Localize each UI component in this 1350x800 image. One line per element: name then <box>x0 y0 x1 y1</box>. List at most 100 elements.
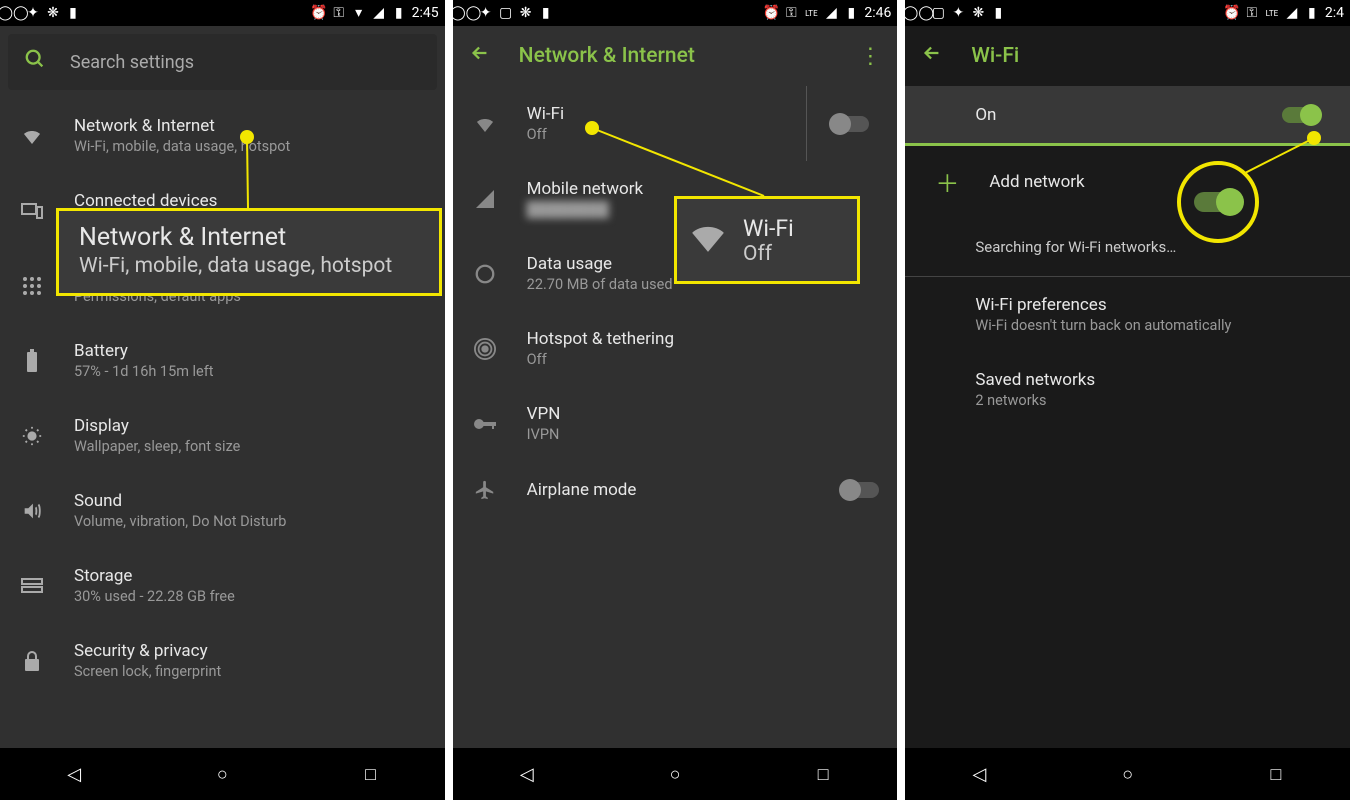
nav-recent-button[interactable]: □ <box>356 759 386 789</box>
highlighted-toggle <box>1194 192 1242 212</box>
nav-home-button[interactable]: ○ <box>207 759 237 789</box>
search-placeholder: Search settings <box>70 52 194 73</box>
annotation-dot <box>240 130 254 144</box>
plus-icon: ＋ <box>935 164 959 199</box>
item-title: Hotspot & tethering <box>527 329 880 349</box>
item-title: Sound <box>74 491 427 511</box>
network-item-vpn[interactable]: VPNIVPN <box>453 386 898 461</box>
more-button[interactable]: ⋮ <box>859 44 881 69</box>
devices-icon <box>18 201 46 221</box>
wifi-icon <box>689 220 727 260</box>
voicemail-icon: ◯◯ <box>459 6 473 20</box>
status-bar: ◯◯ ✦ ❋ ▮ ⏰ ⚿ ▾ ◢ ▮ 2:45 <box>0 0 445 26</box>
nav-recent-button[interactable]: □ <box>1261 759 1291 789</box>
phone-icon: ▮ <box>991 6 1005 20</box>
lte-icon: LTE <box>1265 6 1279 20</box>
lte-icon: LTE <box>804 6 818 20</box>
network-internet-screen: ◯◯ ✦ ▢ ❋ ▮ ⏰ ⚿ LTE ◢ ▮ 2:46 Network & In… <box>453 0 898 800</box>
callout-toggle-circle <box>1177 161 1259 243</box>
vpn-key-icon <box>471 417 499 431</box>
settings-item-sound[interactable]: Sound Volume, vibration, Do Not Disturb <box>0 473 445 548</box>
app-icon: ✦ <box>26 6 40 20</box>
search-settings[interactable]: Search settings <box>8 34 437 90</box>
apps-icon <box>18 276 46 296</box>
status-bar: ◯◯ ▢ ✦ ❋ ▮ ⏰ ⚿ LTE ◢ ▮ 2:4 <box>905 0 1350 26</box>
airplane-toggle[interactable] <box>841 482 879 498</box>
leaf-icon: ❋ <box>46 6 60 20</box>
nav-bar: ◁ ○ □ <box>453 748 898 800</box>
callout-wifi: Wi-Fi Off <box>674 196 860 284</box>
wifi-icon <box>471 112 499 136</box>
item-title: Security & privacy <box>74 641 427 661</box>
back-button[interactable] <box>921 42 943 70</box>
back-button[interactable] <box>469 42 491 70</box>
settings-main-screen: ◯◯ ✦ ❋ ▮ ⏰ ⚿ ▾ ◢ ▮ 2:45 Search settings … <box>0 0 445 800</box>
item-title: Battery <box>74 341 427 361</box>
nav-home-button[interactable]: ○ <box>1113 759 1143 789</box>
nav-home-button[interactable]: ○ <box>660 759 690 789</box>
item-title: VPN <box>527 404 880 424</box>
nav-recent-button[interactable]: □ <box>808 759 838 789</box>
item-subtitle: Wi-Fi doesn't turn back on automatically <box>975 317 1332 334</box>
volume-icon <box>18 500 46 522</box>
wifi-screen: ◯◯ ▢ ✦ ❋ ▮ ⏰ ⚿ LTE ◢ ▮ 2:4 Wi-Fi On ＋ Ad… <box>905 0 1350 800</box>
header-title: Wi-Fi <box>971 44 1334 68</box>
network-item-hotspot[interactable]: Hotspot & tethering Off <box>453 311 898 386</box>
nav-bar: ◁ ○ □ <box>905 748 1350 800</box>
battery-icon: ▮ <box>392 6 406 20</box>
leaf-icon: ❋ <box>519 6 533 20</box>
battery-icon <box>18 349 46 373</box>
voicemail-icon: ◯◯ <box>6 6 20 20</box>
settings-item-battery[interactable]: Battery 57% - 1d 16h 15m left <box>0 323 445 398</box>
callout-network-internet: Network & Internet Wi-Fi, mobile, data u… <box>56 208 442 296</box>
key-icon: ⚿ <box>1245 6 1259 20</box>
app-header: Network & Internet ⋮ <box>453 26 898 86</box>
alarm-icon: ⏰ <box>1225 6 1239 20</box>
alarm-icon: ⏰ <box>764 6 778 20</box>
item-title: Airplane mode <box>527 480 814 500</box>
settings-item-display[interactable]: DisplayWallpaper, sleep, font size <box>0 398 445 473</box>
item-subtitle: 2 networks <box>975 392 1332 409</box>
saved-networks-row[interactable]: Saved networks2 networks <box>905 352 1350 427</box>
wifi-preferences-row[interactable]: Wi-Fi preferences Wi-Fi doesn't turn back… <box>905 277 1350 352</box>
wifi-toggle[interactable] <box>831 116 869 132</box>
item-title: Wi-Fi <box>527 104 807 124</box>
nav-back-button[interactable]: ◁ <box>512 759 542 789</box>
settings-item-security[interactable]: Security & privacy Screen lock, fingerpri… <box>0 623 445 698</box>
nav-back-button[interactable]: ◁ <box>964 759 994 789</box>
item-title: Storage <box>74 566 427 586</box>
nav-bar: ◁ ○ □ <box>0 748 445 800</box>
searching-text: Searching for Wi-Fi networks… <box>975 238 1176 256</box>
wifi-master-toggle[interactable] <box>1282 107 1320 123</box>
settings-item-network[interactable]: Network & InternetWi-Fi, mobile, data us… <box>0 98 445 173</box>
phone-icon: ▮ <box>66 6 80 20</box>
searching-row: Searching for Wi-Fi networks… <box>905 217 1350 276</box>
item-subtitle: Screen lock, fingerprint <box>74 663 427 680</box>
item-subtitle: 57% - 1d 16h 15m left <box>74 363 427 380</box>
lock-icon <box>18 650 46 672</box>
network-item-airplane[interactable]: Airplane mode <box>453 461 898 519</box>
signal-icon: ◢ <box>372 6 386 20</box>
storage-icon <box>18 578 46 594</box>
wifi-on-bar[interactable]: On <box>905 86 1350 146</box>
app-header: Wi-Fi <box>905 26 1350 86</box>
battery-icon: ▮ <box>844 6 858 20</box>
add-network-row[interactable]: ＋ Add network <box>905 146 1350 217</box>
item-title: Wi-Fi preferences <box>975 295 1332 315</box>
item-subtitle: Volume, vibration, Do Not Disturb <box>74 513 427 530</box>
network-item-wifi[interactable]: Wi-FiOff <box>453 86 808 161</box>
add-network-label: Add network <box>989 172 1084 192</box>
wifi-status-icon: ▾ <box>352 6 366 20</box>
key-icon: ⚿ <box>332 6 346 20</box>
status-bar: ◯◯ ✦ ▢ ❋ ▮ ⏰ ⚿ LTE ◢ ▮ 2:46 <box>453 0 898 26</box>
voicemail-icon: ◯◯ <box>911 6 925 20</box>
item-subtitle: Off <box>527 351 880 368</box>
nav-back-button[interactable]: ◁ <box>59 759 89 789</box>
callout-subtitle: Wi-Fi, mobile, data usage, hotspot <box>79 254 419 278</box>
status-time: 2:45 <box>412 5 439 21</box>
settings-item-storage[interactable]: Storage30% used - 22.28 GB free <box>0 548 445 623</box>
app-icon: ✦ <box>479 6 493 20</box>
alarm-icon: ⏰ <box>312 6 326 20</box>
image-icon: ▢ <box>499 6 513 20</box>
status-time: 2:46 <box>864 5 891 21</box>
